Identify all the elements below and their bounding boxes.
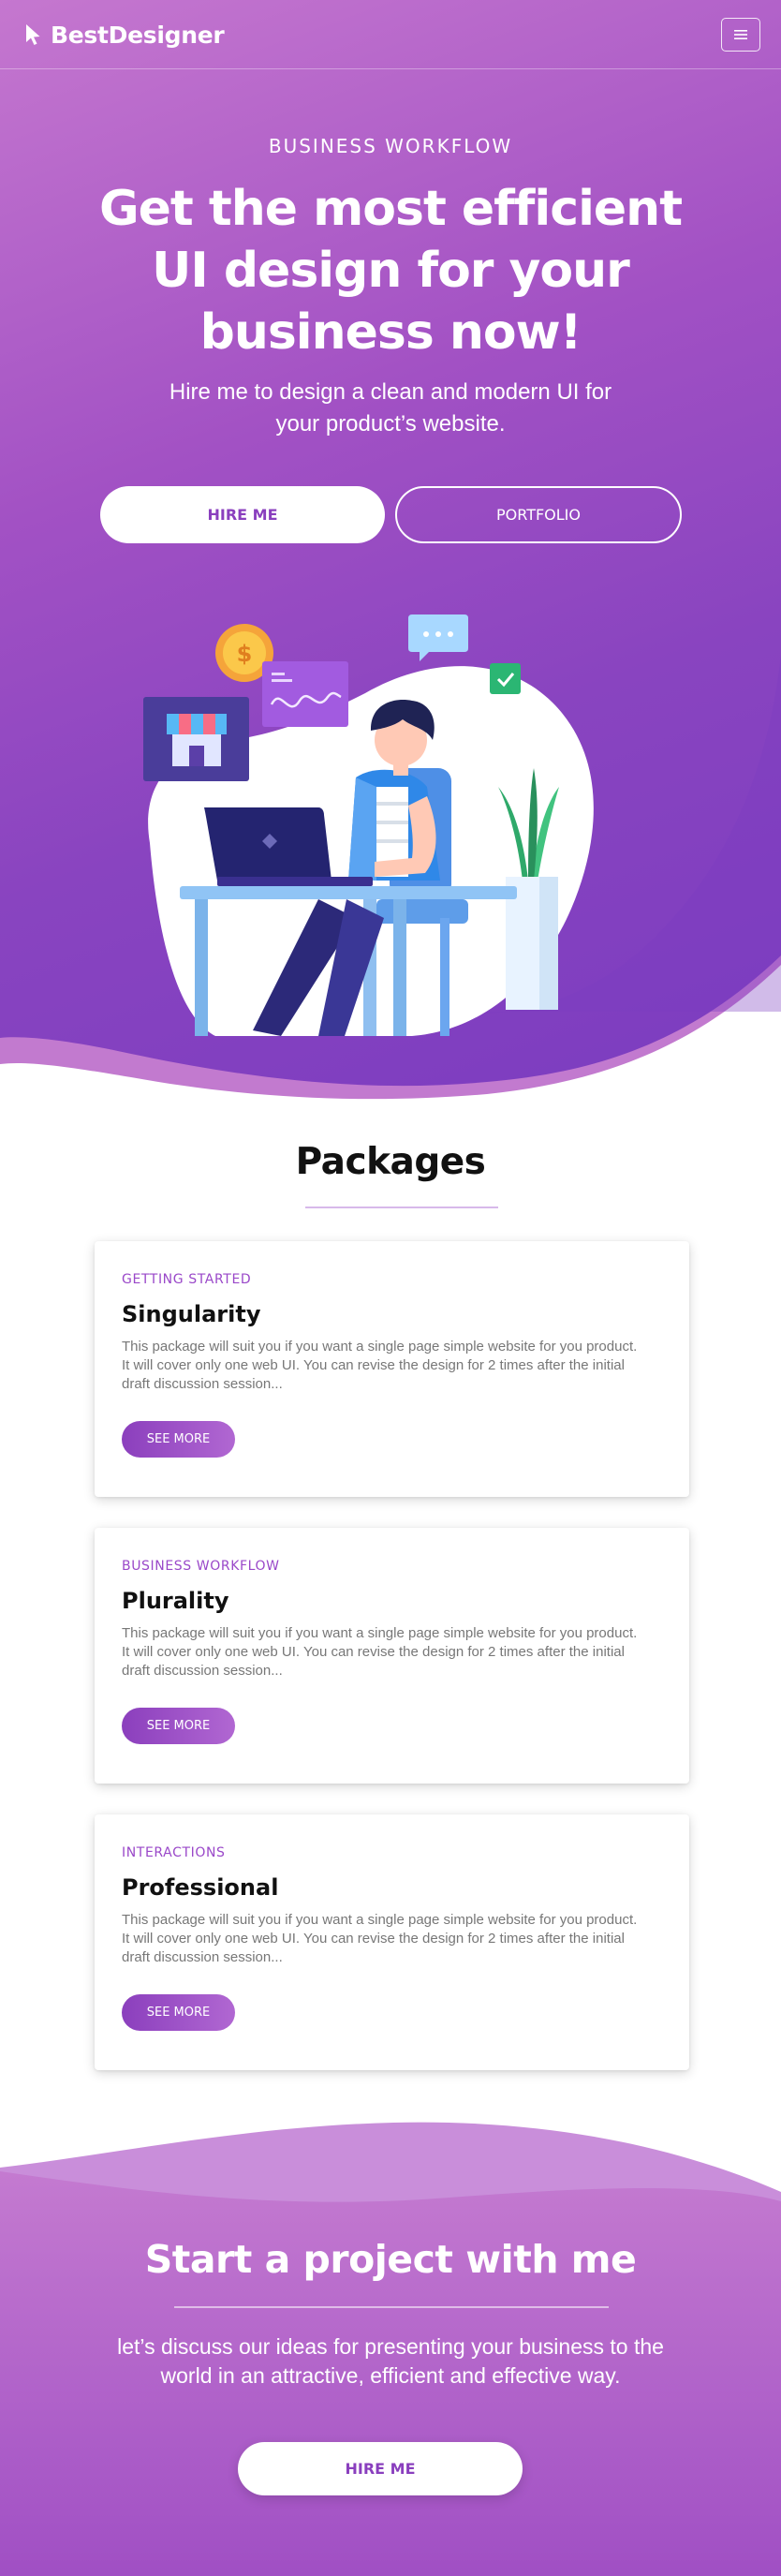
brand-name: BestDesigner [51,21,225,49]
menu-button[interactable] [721,18,760,52]
hero-headline: Get the most efficient UI design for you… [98,181,683,361]
package-title: Plurality [122,1588,229,1614]
see-more-button[interactable]: SEE MORE [122,1421,235,1458]
package-tag: BUSINESS WORKFLOW [122,1559,280,1574]
hero-subline: Hire me to design a clean and modern UI … [169,379,612,437]
package-tag: INTERACTIONS [122,1845,226,1860]
cursor-arrow-icon [26,24,40,45]
package-tag: GETTING STARTED [122,1272,252,1287]
cta-description: let’s discuss our ideas for presenting y… [117,2334,664,2388]
see-more-button[interactable]: SEE MORE [122,1708,235,1744]
package-card-professional: INTERACTIONS Professional This package w… [95,1814,689,2070]
package-description: This package will suit you if you want a… [122,1912,638,1965]
hero-eyebrow: BUSINESS WORKFLOW [268,135,513,157]
hamburger-menu-icon [734,30,747,39]
package-title: Singularity [122,1301,261,1327]
cta-divider [174,2306,609,2308]
packages-title: Packages [295,1141,486,1183]
package-card-plurality: BUSINESS WORKFLOW Plurality This package… [95,1528,689,1784]
svg-text:$: $ [237,641,253,667]
brand-logo[interactable]: BestDesigner [24,19,225,51]
packages-divider [305,1207,498,1208]
hire-me-button[interactable]: HIRE ME [100,486,385,543]
package-description: This package will suit you if you want a… [122,1339,638,1392]
see-more-button[interactable]: SEE MORE [122,1994,235,2031]
package-title: Professional [122,1874,279,1901]
hero-illustration: $ [143,614,594,1036]
package-description: This package will suit you if you want a… [122,1625,638,1679]
cta-hire-me-button[interactable]: HIRE ME [238,2442,523,2495]
package-card-singularity: GETTING STARTED Singularity This package… [95,1241,689,1497]
hero-section: BestDesigner BUSINESS WORKFLOW Get the m… [0,0,781,1105]
top-navigation-bar: BestDesigner [0,0,781,69]
cta-title: Start a project with me [144,2237,637,2282]
portfolio-button[interactable]: PORTFOLIO [395,486,682,543]
